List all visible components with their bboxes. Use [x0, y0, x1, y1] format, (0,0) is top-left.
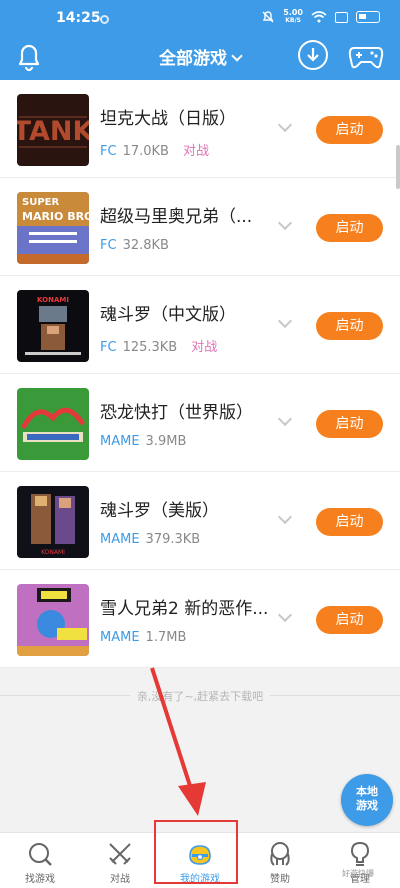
tab-battle[interactable]: 对战: [80, 833, 160, 888]
tab-manage[interactable]: 管理: [320, 833, 400, 888]
game-title: 坦克大战（日版）: [100, 109, 236, 129]
wifi-icon: [311, 11, 327, 23]
net-speed: 5.00 KB/S: [283, 8, 303, 25]
file-size: 32.8KB: [122, 238, 169, 253]
game-meta: MAME 3.9MB: [100, 434, 186, 449]
svg-text:MARIO BROS.: MARIO BROS.: [22, 210, 89, 223]
game-meta: MAME 379.3KB: [100, 532, 200, 547]
status-bar: 14:25 5.00 KB/S: [0, 0, 400, 38]
game-row[interactable]: 雪人兄弟2 新的恶作... MAME 1.7MB 启动: [0, 570, 400, 668]
annotation-arrow: [150, 667, 206, 816]
crossed-swords-icon: [109, 843, 131, 865]
game-meta: MAME 1.7MB: [100, 630, 186, 645]
file-size: 17.0KB: [122, 144, 169, 159]
watermark: 好游快爆: [342, 869, 374, 878]
game-row[interactable]: KONAMI 魂斗罗（中文版） FC 125.3KB 对战 启动: [0, 276, 400, 374]
game-thumbnail: KONAMI: [17, 486, 89, 558]
file-size: 125.3KB: [122, 340, 178, 355]
game-thumbnail: TANK: [17, 94, 89, 166]
platform-label: FC: [100, 340, 117, 355]
tab-label: 对战: [110, 874, 130, 885]
manage-icon: [350, 841, 370, 866]
expand-chevron-icon[interactable]: [277, 313, 293, 329]
expand-chevron-icon[interactable]: [277, 509, 293, 525]
sync-icon: [100, 15, 109, 24]
svg-text:KONAMI: KONAMI: [37, 296, 69, 304]
chevron-down-icon: [231, 50, 243, 62]
local-games-button[interactable]: 本地 游戏: [341, 774, 393, 826]
launch-button[interactable]: 启动: [316, 606, 383, 634]
game-title: 恐龙快打（世界版）: [100, 403, 253, 423]
game-row[interactable]: TANK 坦克大战（日版） FC 17.0KB 对战 启动: [0, 80, 400, 178]
top-bar: 全部游戏: [0, 38, 400, 80]
launch-button[interactable]: 启动: [316, 116, 383, 144]
platform-label: MAME: [100, 630, 140, 645]
tab-find-games[interactable]: 找游戏: [0, 833, 80, 888]
game-title: 魂斗罗（美版）: [100, 501, 219, 521]
game-title: 雪人兄弟2 新的恶作...: [100, 599, 269, 619]
file-size: 3.9MB: [145, 434, 187, 449]
page-title: 全部游戏: [159, 49, 227, 69]
game-meta: FC 125.3KB 对战: [100, 336, 217, 355]
game-row[interactable]: KONAMI 魂斗罗（美版） MAME 379.3KB 启动: [0, 472, 400, 570]
game-title: 魂斗罗（中文版）: [100, 305, 236, 325]
game-meta: FC 32.8KB: [100, 238, 169, 253]
svg-text:KONAMI: KONAMI: [41, 549, 65, 556]
expand-chevron-icon[interactable]: [277, 117, 293, 133]
tab-sponsor[interactable]: 赞助: [240, 833, 320, 888]
sim-icon: [335, 11, 348, 23]
launch-button[interactable]: 启动: [316, 508, 383, 536]
launch-button[interactable]: 启动: [316, 214, 383, 242]
expand-chevron-icon[interactable]: [277, 215, 293, 231]
tab-label: 找游戏: [25, 874, 55, 885]
category-dropdown[interactable]: 全部游戏: [0, 44, 400, 69]
file-size: 1.7MB: [145, 630, 187, 645]
platform-label: MAME: [100, 434, 140, 449]
download-button[interactable]: [298, 40, 328, 70]
game-list: TANK 坦克大战（日版） FC 17.0KB 对战 启动 SUPER MARIO …: [0, 80, 400, 668]
platform-label: MAME: [100, 532, 140, 547]
game-row[interactable]: SUPER MARIO BROS. 超级马里奥兄弟（... FC 32.8KB 启…: [0, 178, 400, 276]
expand-chevron-icon[interactable]: [277, 607, 293, 623]
battery-icon: [356, 11, 380, 23]
launch-button[interactable]: 启动: [316, 410, 383, 438]
gamepad-icon[interactable]: [348, 42, 384, 70]
game-thumbnail: [17, 388, 89, 460]
battle-tag[interactable]: 对战: [191, 340, 217, 355]
battle-tag[interactable]: 对战: [183, 144, 209, 159]
download-icon: [307, 48, 319, 62]
sponsor-icon: [270, 842, 290, 866]
annotation-highlight-box: [154, 820, 238, 884]
launch-button[interactable]: 启动: [316, 312, 383, 340]
mute-icon: [262, 11, 274, 23]
game-thumbnail: KONAMI: [17, 290, 89, 362]
scrollbar[interactable]: [396, 145, 400, 189]
platform-label: FC: [100, 238, 117, 253]
game-title: 超级马里奥兄弟（...: [100, 207, 253, 227]
file-size: 379.3KB: [145, 532, 201, 547]
svg-text:TANK: TANK: [17, 116, 89, 147]
status-time: 14:25: [56, 10, 101, 26]
game-thumbnail: SUPER MARIO BROS.: [17, 192, 89, 264]
search-icon: [29, 843, 52, 866]
platform-label: FC: [100, 144, 117, 159]
status-icons: 5.00 KB/S: [261, 9, 380, 25]
expand-chevron-icon[interactable]: [277, 411, 293, 427]
svg-text:SUPER: SUPER: [22, 197, 59, 208]
game-thumbnail: [17, 584, 89, 656]
game-row[interactable]: 恐龙快打（世界版） MAME 3.9MB 启动: [0, 374, 400, 472]
tab-label: 赞助: [270, 874, 290, 885]
game-meta: FC 17.0KB 对战: [100, 140, 209, 159]
